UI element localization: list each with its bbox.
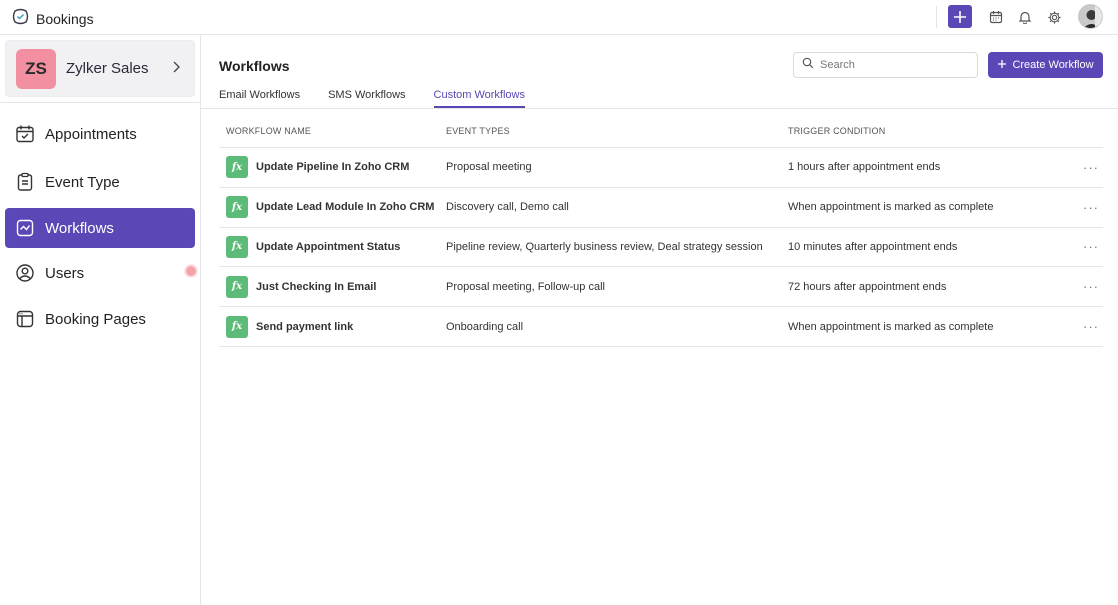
- function-icon: fx: [226, 275, 248, 298]
- bookings-logo-icon: [11, 7, 30, 31]
- event-types-cell: Onboarding call: [446, 320, 524, 333]
- trigger-condition-cell: When appointment is marked as complete: [788, 320, 994, 333]
- workflow-name-cell: fx Send payment link: [226, 315, 353, 338]
- trigger-condition-cell: 1 hours after appointment ends: [788, 161, 941, 174]
- notification-dot: [186, 266, 196, 276]
- search-icon: [802, 56, 814, 74]
- table-row[interactable]: fx Just Checking In Email Proposal meetin…: [219, 267, 1103, 308]
- workflow-icon: [15, 218, 35, 238]
- table-row[interactable]: fx Send payment link Onboarding call When…: [219, 307, 1103, 347]
- booking-page-icon: [15, 309, 35, 329]
- event-types-cell: Proposal meeting: [446, 161, 532, 174]
- app-brand[interactable]: Bookings: [11, 7, 94, 31]
- sidebar-item-appointments[interactable]: Appointments: [5, 114, 195, 154]
- function-icon: fx: [226, 315, 248, 338]
- event-types-cell: Proposal meeting, Follow-up call: [446, 280, 605, 293]
- org-name: Zylker Sales: [66, 60, 149, 77]
- column-header-workflow-name: WORKFLOW NAME: [226, 126, 312, 136]
- sidebar-divider: [0, 102, 200, 103]
- bell-icon[interactable]: [1016, 8, 1034, 26]
- top-bar: Bookings: [0, 0, 1118, 35]
- workflow-name[interactable]: Just Checking In Email: [256, 281, 376, 293]
- topbar-divider: [936, 6, 937, 28]
- sidebar-item-label: Appointments: [45, 125, 137, 143]
- calendar-icon[interactable]: [987, 8, 1005, 26]
- table-row[interactable]: fx Update Pipeline In Zoho CRM Proposal m…: [219, 148, 1103, 188]
- trigger-condition-cell: 72 hours after appointment ends: [788, 280, 947, 293]
- app-title: Bookings: [36, 11, 94, 27]
- sidebar: ZS Zylker Sales Appointments Event Type …: [0, 35, 201, 605]
- sidebar-item-label: Users: [45, 264, 85, 282]
- tab-email-workflows[interactable]: Email Workflows: [219, 88, 300, 108]
- user-avatar[interactable]: [1078, 4, 1103, 29]
- sidebar-item-workflows[interactable]: Workflows: [5, 208, 195, 248]
- main-content: Workflows Create Workflow Email Workflow…: [201, 35, 1118, 605]
- workflow-name-cell: fx Update Lead Module In Zoho CRM: [226, 196, 434, 219]
- sidebar-item-label: Workflows: [45, 219, 114, 237]
- table-row[interactable]: fx Update Appointment Status Pipeline rev…: [219, 228, 1103, 268]
- event-types-cell: Pipeline review, Quarterly business revi…: [446, 240, 763, 253]
- plus-icon: [997, 59, 1007, 72]
- workflow-name-cell: fx Update Appointment Status: [226, 235, 400, 258]
- workflow-name[interactable]: Update Lead Module In Zoho CRM: [256, 201, 434, 213]
- function-icon: fx: [226, 196, 248, 219]
- sidebar-item-users[interactable]: Users: [5, 253, 195, 293]
- table-row[interactable]: fx Update Lead Module In Zoho CRM Discove…: [219, 188, 1103, 228]
- more-options-icon[interactable]: ···: [1083, 160, 1099, 175]
- workflow-name-cell: fx Just Checking In Email: [226, 275, 376, 298]
- more-options-icon[interactable]: ···: [1083, 239, 1099, 254]
- user-circle-icon: [15, 263, 35, 283]
- chevron-right-icon: [172, 60, 181, 76]
- quick-add-button[interactable]: [948, 5, 972, 28]
- event-types-cell: Discovery call, Demo call: [446, 201, 569, 214]
- function-icon: fx: [226, 156, 248, 179]
- clipboard-icon: [15, 172, 35, 192]
- sidebar-item-label: Booking Pages: [45, 310, 146, 328]
- tabs-divider: [201, 108, 1118, 109]
- more-options-icon[interactable]: ···: [1083, 319, 1099, 334]
- workflow-name[interactable]: Update Pipeline In Zoho CRM: [256, 161, 409, 173]
- workflow-name[interactable]: Update Appointment Status: [256, 241, 400, 253]
- page-title: Workflows: [219, 58, 290, 74]
- sidebar-item-booking-pages[interactable]: Booking Pages: [5, 299, 195, 339]
- workflows-table: WORKFLOW NAME EVENT TYPES TRIGGER CONDIT…: [219, 115, 1103, 347]
- search-box[interactable]: [793, 52, 978, 78]
- table-header: WORKFLOW NAME EVENT TYPES TRIGGER CONDIT…: [219, 115, 1103, 148]
- trigger-condition-cell: When appointment is marked as complete: [788, 201, 994, 214]
- create-workflow-label: Create Workflow: [1012, 59, 1094, 71]
- org-initials-badge: ZS: [16, 49, 56, 89]
- tab-custom-workflows[interactable]: Custom Workflows: [433, 88, 525, 108]
- workflow-name-cell: fx Update Pipeline In Zoho CRM: [226, 156, 409, 179]
- sidebar-item-event-type[interactable]: Event Type: [5, 162, 195, 202]
- column-header-event-types: EVENT TYPES: [446, 126, 510, 136]
- column-header-trigger-condition: TRIGGER CONDITION: [788, 126, 886, 136]
- workflow-tabs: Email Workflows SMS Workflows Custom Wor…: [219, 88, 553, 108]
- calendar-check-icon: [15, 124, 35, 144]
- create-workflow-button[interactable]: Create Workflow: [988, 52, 1103, 78]
- trigger-condition-cell: 10 minutes after appointment ends: [788, 240, 958, 253]
- search-input[interactable]: [820, 59, 970, 71]
- workflow-name[interactable]: Send payment link: [256, 321, 353, 333]
- function-icon: fx: [226, 235, 248, 258]
- settings-gear-icon[interactable]: [1045, 8, 1063, 26]
- org-switcher[interactable]: ZS Zylker Sales: [5, 40, 195, 97]
- more-options-icon[interactable]: ···: [1083, 279, 1099, 294]
- tab-sms-workflows[interactable]: SMS Workflows: [328, 88, 405, 108]
- more-options-icon[interactable]: ···: [1083, 200, 1099, 215]
- sidebar-item-label: Event Type: [45, 173, 120, 191]
